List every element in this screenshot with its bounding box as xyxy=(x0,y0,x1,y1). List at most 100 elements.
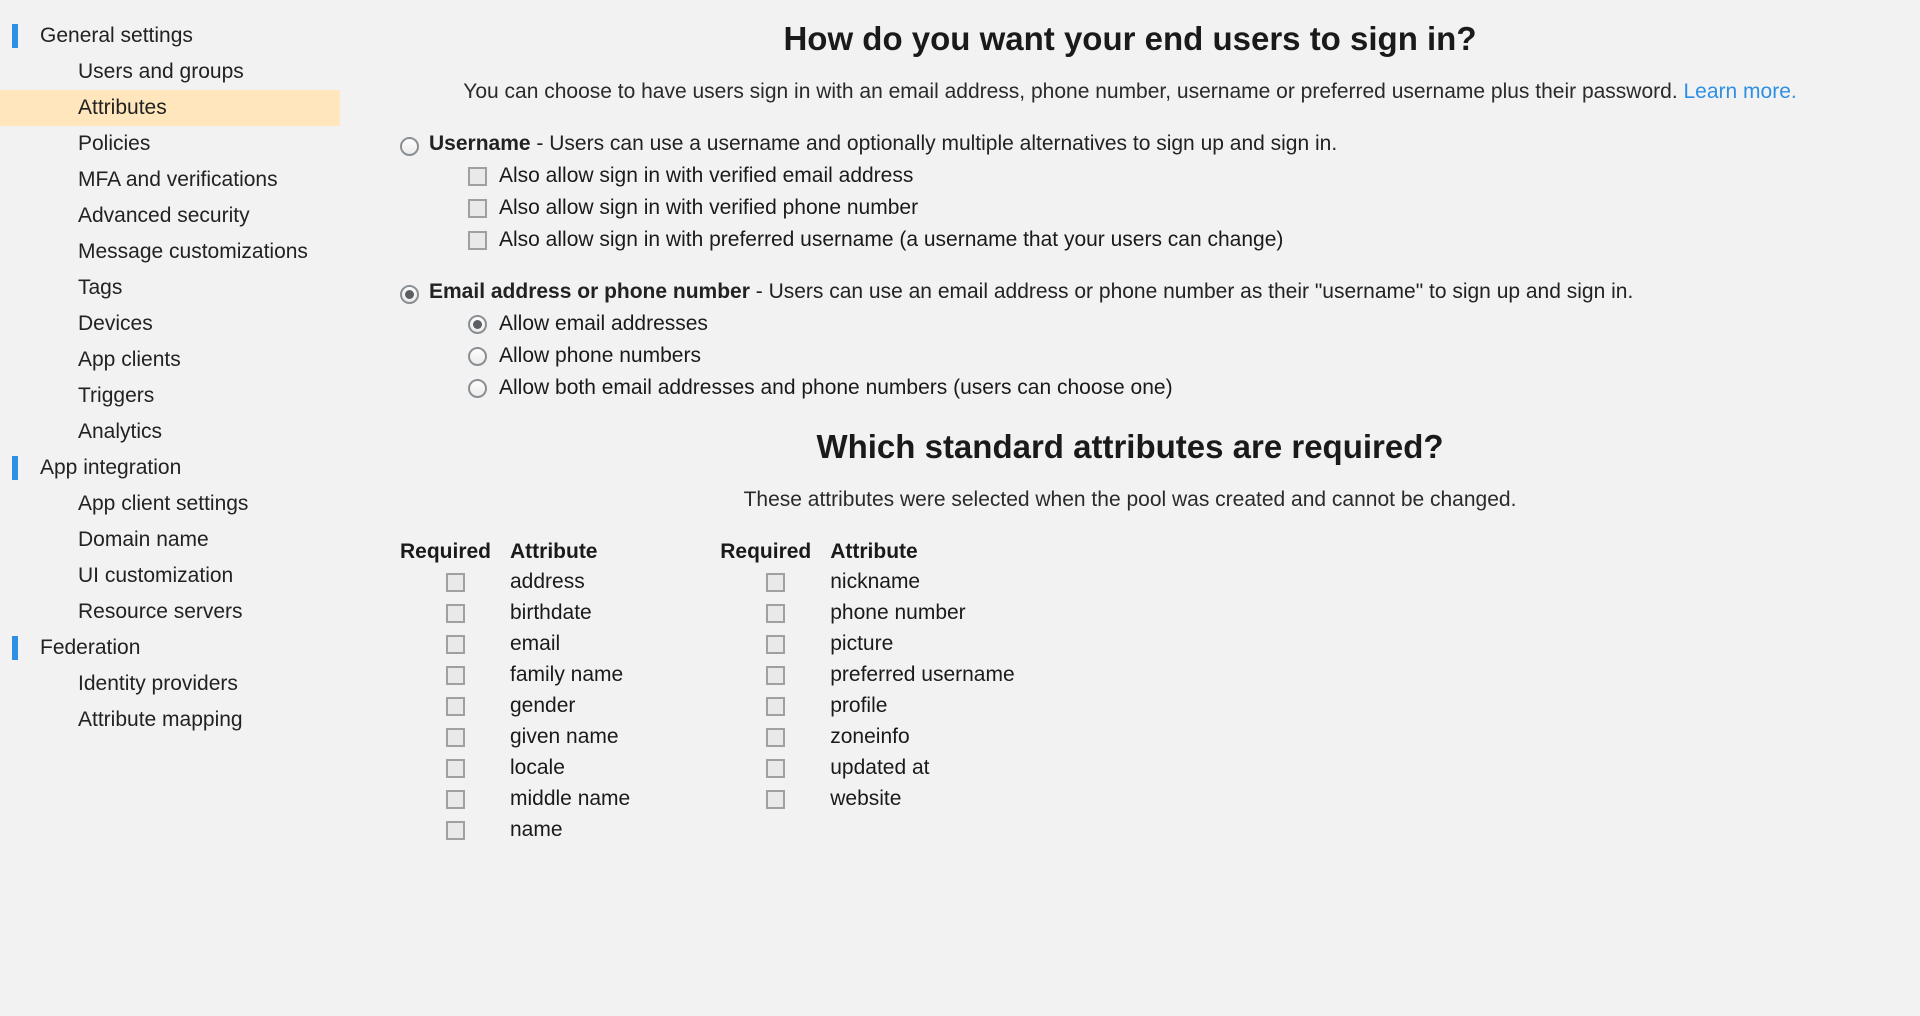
checkbox-icon[interactable] xyxy=(766,728,785,747)
option-email-phone-desc: - Users can use an email address or phon… xyxy=(750,280,1633,303)
attribute-name: birthdate xyxy=(510,601,592,625)
sidebar-item[interactable]: UI customization xyxy=(0,558,340,594)
attribute-name: email xyxy=(510,632,560,656)
checkbox-icon[interactable] xyxy=(446,790,465,809)
attributes-col-left: Required Attribute address birthdate email… xyxy=(400,540,630,849)
attribute-row: updated at xyxy=(720,756,1014,780)
sidebar-item[interactable]: MFA and verifications xyxy=(0,162,340,198)
checkbox-icon[interactable] xyxy=(446,728,465,747)
attributes-col-right: Required Attribute nickname phone number p… xyxy=(720,540,1014,849)
signin-heading: How do you want your end users to sign i… xyxy=(380,20,1880,58)
sidebar-section[interactable]: App integration xyxy=(0,450,340,486)
attributes-subtext: These attributes were selected when the … xyxy=(380,488,1880,512)
col-attribute-header: Attribute xyxy=(510,540,598,564)
radio-icon[interactable] xyxy=(468,347,487,366)
sidebar-item[interactable]: App clients xyxy=(0,342,340,378)
sidebar: General settingsUsers and groupsAttribut… xyxy=(0,0,340,1016)
sub-option[interactable]: Also allow sign in with preferred userna… xyxy=(468,228,1880,252)
sub-option-label: Allow phone numbers xyxy=(499,344,701,368)
option-text: Username - Users can use a username and … xyxy=(429,132,1337,156)
sub-option[interactable]: Allow both email addresses and phone num… xyxy=(468,376,1880,400)
attr-header: Required Attribute xyxy=(400,540,630,564)
option-text: Email address or phone number - Users ca… xyxy=(429,280,1633,304)
checkbox-icon[interactable] xyxy=(766,790,785,809)
radio-icon[interactable] xyxy=(400,285,419,304)
sidebar-item[interactable]: Devices xyxy=(0,306,340,342)
attribute-row: name xyxy=(400,818,630,842)
attr-header: Required Attribute xyxy=(720,540,1014,564)
sidebar-item[interactable]: Message customizations xyxy=(0,234,340,270)
sidebar-section[interactable]: General settings xyxy=(0,18,340,54)
option-email-phone-subs: Allow email addresses Allow phone numbers… xyxy=(400,312,1880,400)
signin-subtext-text: You can choose to have users sign in wit… xyxy=(463,80,1683,103)
checkbox-icon[interactable] xyxy=(766,604,785,623)
attribute-name: website xyxy=(830,787,901,811)
option-email-phone[interactable]: Email address or phone number - Users ca… xyxy=(400,280,1880,304)
attribute-row: picture xyxy=(720,632,1014,656)
sidebar-section[interactable]: Federation xyxy=(0,630,340,666)
sidebar-item[interactable]: Resource servers xyxy=(0,594,340,630)
option-email-phone-label: Email address or phone number xyxy=(429,280,750,303)
attribute-name: zoneinfo xyxy=(830,725,909,749)
radio-icon[interactable] xyxy=(468,315,487,334)
sidebar-item[interactable]: Tags xyxy=(0,270,340,306)
attribute-row: gender xyxy=(400,694,630,718)
checkbox-icon[interactable] xyxy=(446,821,465,840)
checkbox-icon[interactable] xyxy=(766,666,785,685)
attribute-name: middle name xyxy=(510,787,630,811)
attribute-name: nickname xyxy=(830,570,920,594)
sub-option-label: Also allow sign in with verified email a… xyxy=(499,164,913,188)
learn-more-link[interactable]: Learn more. xyxy=(1684,80,1797,103)
attribute-row: nickname xyxy=(720,570,1014,594)
checkbox-icon[interactable] xyxy=(468,231,487,250)
sidebar-item[interactable]: Users and groups xyxy=(0,54,340,90)
checkbox-icon[interactable] xyxy=(446,635,465,654)
sidebar-item[interactable]: Attributes xyxy=(0,90,340,126)
checkbox-icon[interactable] xyxy=(446,573,465,592)
attribute-row: phone number xyxy=(720,601,1014,625)
checkbox-icon[interactable] xyxy=(766,759,785,778)
radio-icon[interactable] xyxy=(400,137,419,156)
sub-option[interactable]: Also allow sign in with verified email a… xyxy=(468,164,1880,188)
checkbox-icon[interactable] xyxy=(468,167,487,186)
sub-option[interactable]: Allow phone numbers xyxy=(468,344,1880,368)
attribute-row: address xyxy=(400,570,630,594)
sub-option-label: Allow email addresses xyxy=(499,312,708,336)
attribute-row: zoneinfo xyxy=(720,725,1014,749)
sidebar-item[interactable]: App client settings xyxy=(0,486,340,522)
checkbox-icon[interactable] xyxy=(766,635,785,654)
option-username[interactable]: Username - Users can use a username and … xyxy=(400,132,1880,156)
sub-option-label: Also allow sign in with preferred userna… xyxy=(499,228,1283,252)
attribute-name: phone number xyxy=(830,601,965,625)
attribute-name: gender xyxy=(510,694,575,718)
option-username-label: Username xyxy=(429,132,531,155)
sub-option[interactable]: Also allow sign in with verified phone n… xyxy=(468,196,1880,220)
sidebar-item[interactable]: Domain name xyxy=(0,522,340,558)
attribute-row: birthdate xyxy=(400,601,630,625)
attribute-name: preferred username xyxy=(830,663,1014,687)
attribute-row: profile xyxy=(720,694,1014,718)
sidebar-item[interactable]: Attribute mapping xyxy=(0,702,340,738)
checkbox-icon[interactable] xyxy=(446,697,465,716)
checkbox-icon[interactable] xyxy=(468,199,487,218)
col-required-header: Required xyxy=(400,540,510,564)
sidebar-item[interactable]: Identity providers xyxy=(0,666,340,702)
attributes-columns: Required Attribute address birthdate email… xyxy=(380,540,1880,849)
attribute-name: family name xyxy=(510,663,623,687)
sidebar-item[interactable]: Triggers xyxy=(0,378,340,414)
sidebar-item[interactable]: Analytics xyxy=(0,414,340,450)
sidebar-item[interactable]: Policies xyxy=(0,126,340,162)
attribute-name: picture xyxy=(830,632,893,656)
option-username-desc: - Users can use a username and optionall… xyxy=(531,132,1338,155)
attribute-row: given name xyxy=(400,725,630,749)
checkbox-icon[interactable] xyxy=(446,604,465,623)
checkbox-icon[interactable] xyxy=(446,759,465,778)
signin-options: Username - Users can use a username and … xyxy=(380,132,1880,400)
checkbox-icon[interactable] xyxy=(446,666,465,685)
attribute-row: website xyxy=(720,787,1014,811)
sub-option[interactable]: Allow email addresses xyxy=(468,312,1880,336)
checkbox-icon[interactable] xyxy=(766,697,785,716)
radio-icon[interactable] xyxy=(468,379,487,398)
sidebar-item[interactable]: Advanced security xyxy=(0,198,340,234)
checkbox-icon[interactable] xyxy=(766,573,785,592)
